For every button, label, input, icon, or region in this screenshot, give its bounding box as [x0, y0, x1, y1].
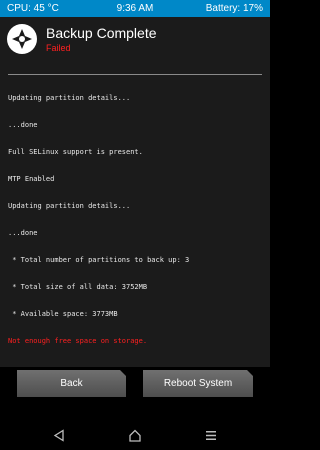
console-line: * Total number of partitions to back up:… — [8, 256, 190, 264]
console-line: ...done — [8, 229, 38, 237]
back-triangle-icon[interactable] — [52, 429, 66, 442]
home-icon[interactable] — [128, 429, 142, 442]
console-line: * Available space: 3773MB — [8, 310, 118, 318]
reboot-system-button[interactable]: Reboot System — [143, 370, 253, 397]
console-log: Updating partition details... ...done Fu… — [0, 62, 270, 367]
console-line: ...done — [8, 121, 38, 129]
console-line: Updating partition details... — [8, 202, 131, 210]
console-line: * Total size of all data: 3752MB — [8, 283, 148, 291]
menu-icon[interactable] — [204, 429, 218, 442]
console-error-line: Not enough free space on storage. — [8, 337, 148, 345]
console-text: Updating partition details... ...done Fu… — [8, 76, 264, 364]
status-bar: CPU: 45 °C 9:36 AM Battery: 17% — [0, 0, 270, 17]
page-title: Backup Complete — [46, 25, 157, 41]
battery-level: Battery: 17% — [205, 3, 263, 14]
navigation-bar — [0, 420, 270, 450]
back-button[interactable]: Back — [17, 370, 126, 397]
console-line: Full SELinux support is present. — [8, 148, 143, 156]
twrp-logo-icon — [7, 24, 37, 54]
header: Backup Complete Failed — [0, 17, 270, 62]
console-line: Updating partition details... — [8, 94, 131, 102]
console-divider — [8, 74, 262, 75]
console-line: MTP Enabled — [8, 175, 55, 183]
status-subtitle: Failed — [46, 43, 71, 53]
